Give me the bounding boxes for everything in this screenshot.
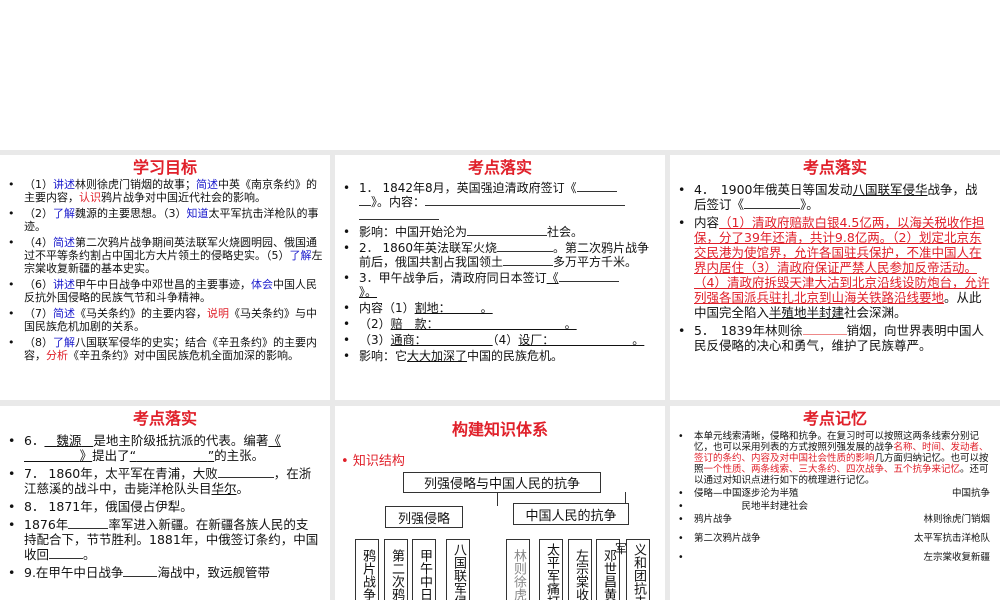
- resistance-cell: 中国抗争: [951, 488, 990, 499]
- slide-title: 考点落实: [802, 158, 867, 177]
- resistance-cell: 左宗棠收复新疆: [923, 552, 990, 563]
- text-run: （2）: [24, 207, 53, 220]
- intro-paragraph: 本单元线索清晰，侵略和抗争。在复习时可以按照这两条线索分别记忆，也可以采用列表的…: [670, 431, 1000, 486]
- list-item: 5． 1839年林则徐销烟，向世界表明中国人民反侵略的决心和勇气，维护了民族尊严…: [670, 323, 1000, 353]
- list-item: 6． 魏源 是地主阶级抵抗派的代表。编著《 》提出了“ ”的主张。: [0, 433, 330, 463]
- diagram-left-item: 鸦片战争: [355, 539, 379, 600]
- memory-row: 侵略—中国逐步沦为半殖 中国抗争: [670, 488, 1000, 499]
- slide-subtitle: • 知识结构: [341, 454, 405, 469]
- list-item: 3．甲午战争后，清政府同日本签订《》。: [335, 271, 665, 299]
- objective-item: （4）简述第二次鸦片战争期间英法联军火烧圆明园、俄国通过不平等条约割占中国北方大…: [0, 236, 330, 275]
- memory-row: 民地半封建社会: [670, 501, 1000, 512]
- text-run: （4）: [24, 236, 53, 249]
- text-run: 讲述: [53, 278, 75, 291]
- slide-thumbnail-5[interactable]: 构建知识体系 • 知识结构 列强侵略与中国人民的抗争 列强侵略 中国人民的抗争 …: [335, 406, 665, 600]
- diagram-left-box: 列强侵略: [385, 506, 463, 528]
- diagram-left-item: 甲午中日: [412, 539, 436, 600]
- text-run: 鸦片战争对中国近代社会的影响。: [101, 191, 266, 204]
- list-item: 2． 1860年英法联军火烧。第二次鸦片战争前后，俄国共割占我国领土多万平方千米…: [335, 241, 665, 269]
- diagram-root-box: 列强侵略与中国人民的抗争: [403, 472, 601, 493]
- text-run: 讲述: [53, 178, 75, 191]
- connector-line: [625, 492, 626, 503]
- aggression-cell: 民地半封建社会: [694, 501, 809, 512]
- slide-title: 考点落实: [132, 409, 197, 428]
- text-run: 《马关条约》的主要内容，: [75, 307, 207, 320]
- list-item: 影响：它大大加深了中国的民族危机。: [335, 349, 665, 363]
- text-run: 魏源的主要思想。（3）: [75, 207, 187, 220]
- aggression-cell: 侵略—中国逐步沦为半殖: [694, 488, 799, 499]
- list-item: （2）赔 款： 。: [335, 317, 665, 331]
- text-run: 了解: [53, 207, 75, 220]
- text-run: 认识: [79, 191, 101, 204]
- diagram-overlap-text: 军: [615, 542, 628, 556]
- list-item: 4． 1900年俄英日等国发动八国联军侵华战争，战后签订《》。: [670, 182, 1000, 212]
- resistance-cell: 太平军抗击洋枪队: [913, 533, 990, 544]
- list-item: （3）通商： （4）设厂： 。: [335, 333, 665, 347]
- text-run: 知道: [186, 207, 209, 220]
- objective-item: （6）讲述甲午中日战争中邓世昌的主要事迹，体会中国人民反抗外国侵略的民族气节和斗…: [0, 278, 330, 304]
- text-run: 甲午中日战争中邓世昌的主要事迹，: [75, 278, 251, 291]
- text-run: 简述: [53, 236, 75, 249]
- slide-thumbnail-6[interactable]: 考点记忆 本单元线索清晰，侵略和抗争。在复习时可以按照这两条线索分别记忆，也可以…: [670, 406, 1000, 600]
- text-run: 体会: [251, 278, 273, 291]
- slide-title: 构建知识体系: [451, 420, 548, 439]
- connector-line: [497, 492, 498, 506]
- slide-thumbnail-3[interactable]: 考点落实 4． 1900年俄英日等国发动八国联军侵华战争，战后签订《》。 内容（…: [670, 155, 1000, 400]
- diagram-right-item: 左宗棠收: [568, 539, 592, 600]
- objective-item: （1）讲述林则徐虎门销烟的故事；简述中英《南京条约》的主要内容，认识鸦片战争对中…: [0, 178, 330, 204]
- text-run: 《辛丑条约》对中国民族危机全面加深的影响。: [68, 349, 299, 362]
- text-run: 一个性质、两条线索、三大条约、四次战争、五个抗争来记忆: [703, 464, 961, 475]
- aggression-cell: 鸦片战争: [694, 514, 733, 525]
- text-run: （6）: [24, 278, 53, 291]
- list-item: 1876年率军进入新疆。在新疆各族人民的支持配合下，节节胜利。1881年，中俄签…: [0, 517, 330, 562]
- objective-item: （8）了解八国联军侵华的史实；结合《辛丑条约》的主要内容，分析《辛丑条约》对中国…: [0, 336, 330, 362]
- slide-thumbnail-1[interactable]: 学习目标 （1）讲述林则徐虎门销烟的故事；简述中英《南京条约》的主要内容，认识鸦…: [0, 155, 330, 400]
- list-item: 内容（1）割地： 。: [335, 301, 665, 315]
- text-run: 说明: [207, 307, 229, 320]
- text-run: 简述: [196, 178, 218, 191]
- list-item: 1． 1842年8月，英国强迫清政府签订《》。内容：: [335, 181, 665, 223]
- objectives-list: （1）讲述林则徐虎门销烟的故事；简述中英《南京条约》的主要内容，认识鸦片战争对中…: [0, 178, 330, 362]
- diagram-right-item: 林则徐虎: [506, 539, 530, 600]
- list-item: 影响：中国开始沦为社会。: [335, 225, 665, 239]
- resistance-cell: 林则徐虎门销烟: [923, 514, 990, 525]
- text-run: 林则徐虎门销烟的故事；: [75, 178, 196, 191]
- text-run: 简述: [53, 307, 75, 320]
- text-run: 了解: [289, 249, 312, 262]
- memory-table: 侵略—中国逐步沦为半殖 中国抗争 民地半封建社会鸦片战争 林则徐虎门销烟第二次鸦片战…: [670, 488, 1000, 563]
- slide-thumbnail-4[interactable]: 考点落实 6． 魏源 是地主阶级抵抗派的代表。编著《 》提出了“ ”的主张。 7…: [0, 406, 330, 600]
- slide-thumbnail-2[interactable]: 考点落实 1． 1842年8月，英国强迫清政府签订《》。内容： 影响：中国开始沦…: [335, 155, 665, 400]
- list-item: 内容（1）清政府赔款白银4.5亿两，以海关税收作担保，分了39年还清，共计9.8…: [670, 215, 1000, 320]
- text-run: （8）: [24, 336, 53, 349]
- memory-row: 左宗棠收复新疆: [670, 552, 1000, 563]
- list-item: 9.在甲午中日战争海战中，致远舰管带: [0, 565, 330, 580]
- memory-row: 第二次鸦片战争 太平军抗击洋枪队: [670, 533, 1000, 544]
- diagram-left-item: 八国联军侵: [446, 539, 470, 600]
- text-run: （1）: [24, 178, 53, 191]
- objective-item: （7）简述《马关条约》的主要内容，说明《马关条约》与中国民族危机加剧的关系。: [0, 307, 330, 333]
- objective-item: （2）了解魏源的主要思想。（3）知道太平军抗击洋枪队的事迹。: [0, 207, 330, 233]
- text-run: 分析: [46, 349, 68, 362]
- list-item: 8． 1871年，俄国侵占伊犁。: [0, 499, 330, 514]
- diagram-right-box: 中国人民的抗争: [513, 503, 629, 525]
- text-run: 了解: [53, 336, 75, 349]
- diagram-left-item: 第二次鸦: [384, 539, 408, 600]
- text-run: （7）: [24, 307, 53, 320]
- diagram-right-item: 义和团抗击: [626, 539, 650, 600]
- memory-row: 鸦片战争 林则徐虎门销烟: [670, 514, 1000, 525]
- slide-title: 考点落实: [467, 158, 532, 177]
- slide-title: 考点记忆: [802, 409, 867, 428]
- diagram-right-item: 太平军痛打: [539, 539, 563, 600]
- aggression-cell: 第二次鸦片战争: [694, 533, 761, 544]
- slide-title: 学习目标: [132, 158, 197, 177]
- list-item: 7． 1860年，太平军在青浦，大败，在浙江慈溪的战斗中，击毙洋枪队头目华尔。: [0, 466, 330, 496]
